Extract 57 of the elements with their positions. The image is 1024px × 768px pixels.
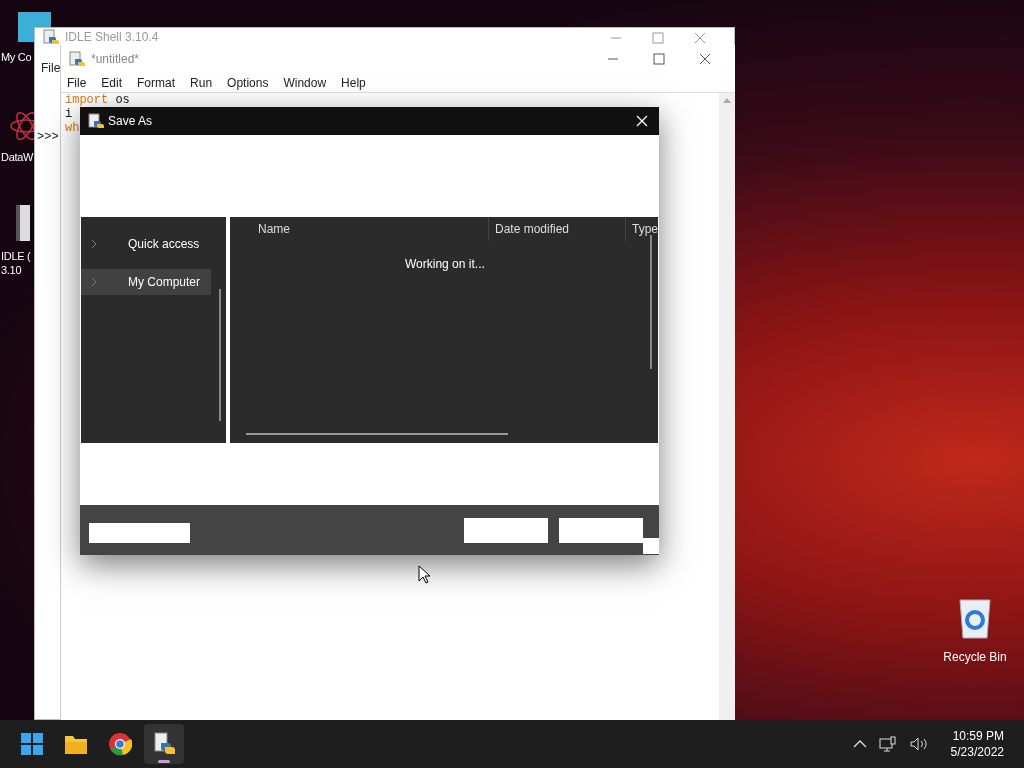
window-title: IDLE Shell 3.10.4 xyxy=(65,28,159,46)
blank-button[interactable] xyxy=(464,518,548,543)
desktop-app-icon xyxy=(16,205,30,241)
resize-grip[interactable] xyxy=(643,538,659,554)
nav-item[interactable]: Quick access xyxy=(81,231,211,257)
scrollbar[interactable] xyxy=(719,93,735,720)
chevron-icon xyxy=(91,277,97,287)
column-header[interactable]: Name xyxy=(230,217,488,241)
desktop-icon-label[interactable]: DataW xyxy=(0,150,34,164)
menu-item[interactable]: Options xyxy=(227,73,269,92)
menu-item[interactable]: Format xyxy=(137,73,176,92)
start-icon xyxy=(20,732,44,756)
network-icon xyxy=(878,736,897,752)
menu-item[interactable]: File xyxy=(41,59,61,77)
python-file-icon xyxy=(88,113,104,129)
code-line: i xyxy=(65,107,73,121)
close-icon xyxy=(636,115,648,127)
shell-prompt: >>> xyxy=(37,129,59,146)
blank-field[interactable] xyxy=(89,523,190,543)
dialog-title: Save As xyxy=(108,113,153,130)
python-file-icon xyxy=(69,51,85,67)
desktop-icon-label[interactable]: My Co xyxy=(0,50,32,64)
menu-item[interactable]: Window xyxy=(283,73,327,92)
scrollbar-thumb[interactable] xyxy=(219,289,221,421)
horizontal-scrollbar[interactable] xyxy=(246,433,508,435)
code-line: import os xyxy=(65,93,130,107)
active-indicator xyxy=(158,760,170,763)
desktop-icon-label[interactable]: IDLE ( 3.10 xyxy=(0,249,31,277)
menu-item[interactable]: Help xyxy=(341,73,366,92)
maximize-icon xyxy=(653,53,665,65)
clock-date[interactable]: 5/23/2022 xyxy=(950,744,1004,760)
loading-status: Working on it... xyxy=(405,256,485,273)
clock-time[interactable]: 10:59 PM xyxy=(952,728,1004,744)
python-file-icon xyxy=(43,28,59,45)
vertical-scrollbar[interactable] xyxy=(650,235,652,369)
close-icon xyxy=(694,32,706,44)
python-file-icon xyxy=(152,732,176,756)
menu-item[interactable]: File xyxy=(67,73,87,92)
menu-item[interactable]: Run xyxy=(190,73,213,92)
code-line: wh xyxy=(65,121,80,135)
window-title: *untitled* xyxy=(91,51,140,68)
chrome-icon xyxy=(108,732,132,756)
recycle-bin-icon xyxy=(956,596,994,640)
chevron-icon xyxy=(91,239,97,249)
nav-item[interactable]: My Computer xyxy=(81,269,211,295)
chevron-up-icon xyxy=(852,739,867,749)
scroll-up-icon xyxy=(723,97,731,103)
speaker-icon xyxy=(908,736,929,752)
blank-button[interactable] xyxy=(559,518,643,543)
mouse-cursor-icon xyxy=(418,565,430,585)
recycle-bin-label[interactable]: Recycle Bin xyxy=(943,648,1007,666)
maximize-icon xyxy=(652,32,664,44)
menu-item[interactable]: Edit xyxy=(101,73,123,92)
close-icon xyxy=(699,53,711,65)
taskbar-button[interactable] xyxy=(144,724,184,764)
column-header[interactable]: Date modified xyxy=(488,217,625,241)
close-button[interactable] xyxy=(635,114,649,128)
